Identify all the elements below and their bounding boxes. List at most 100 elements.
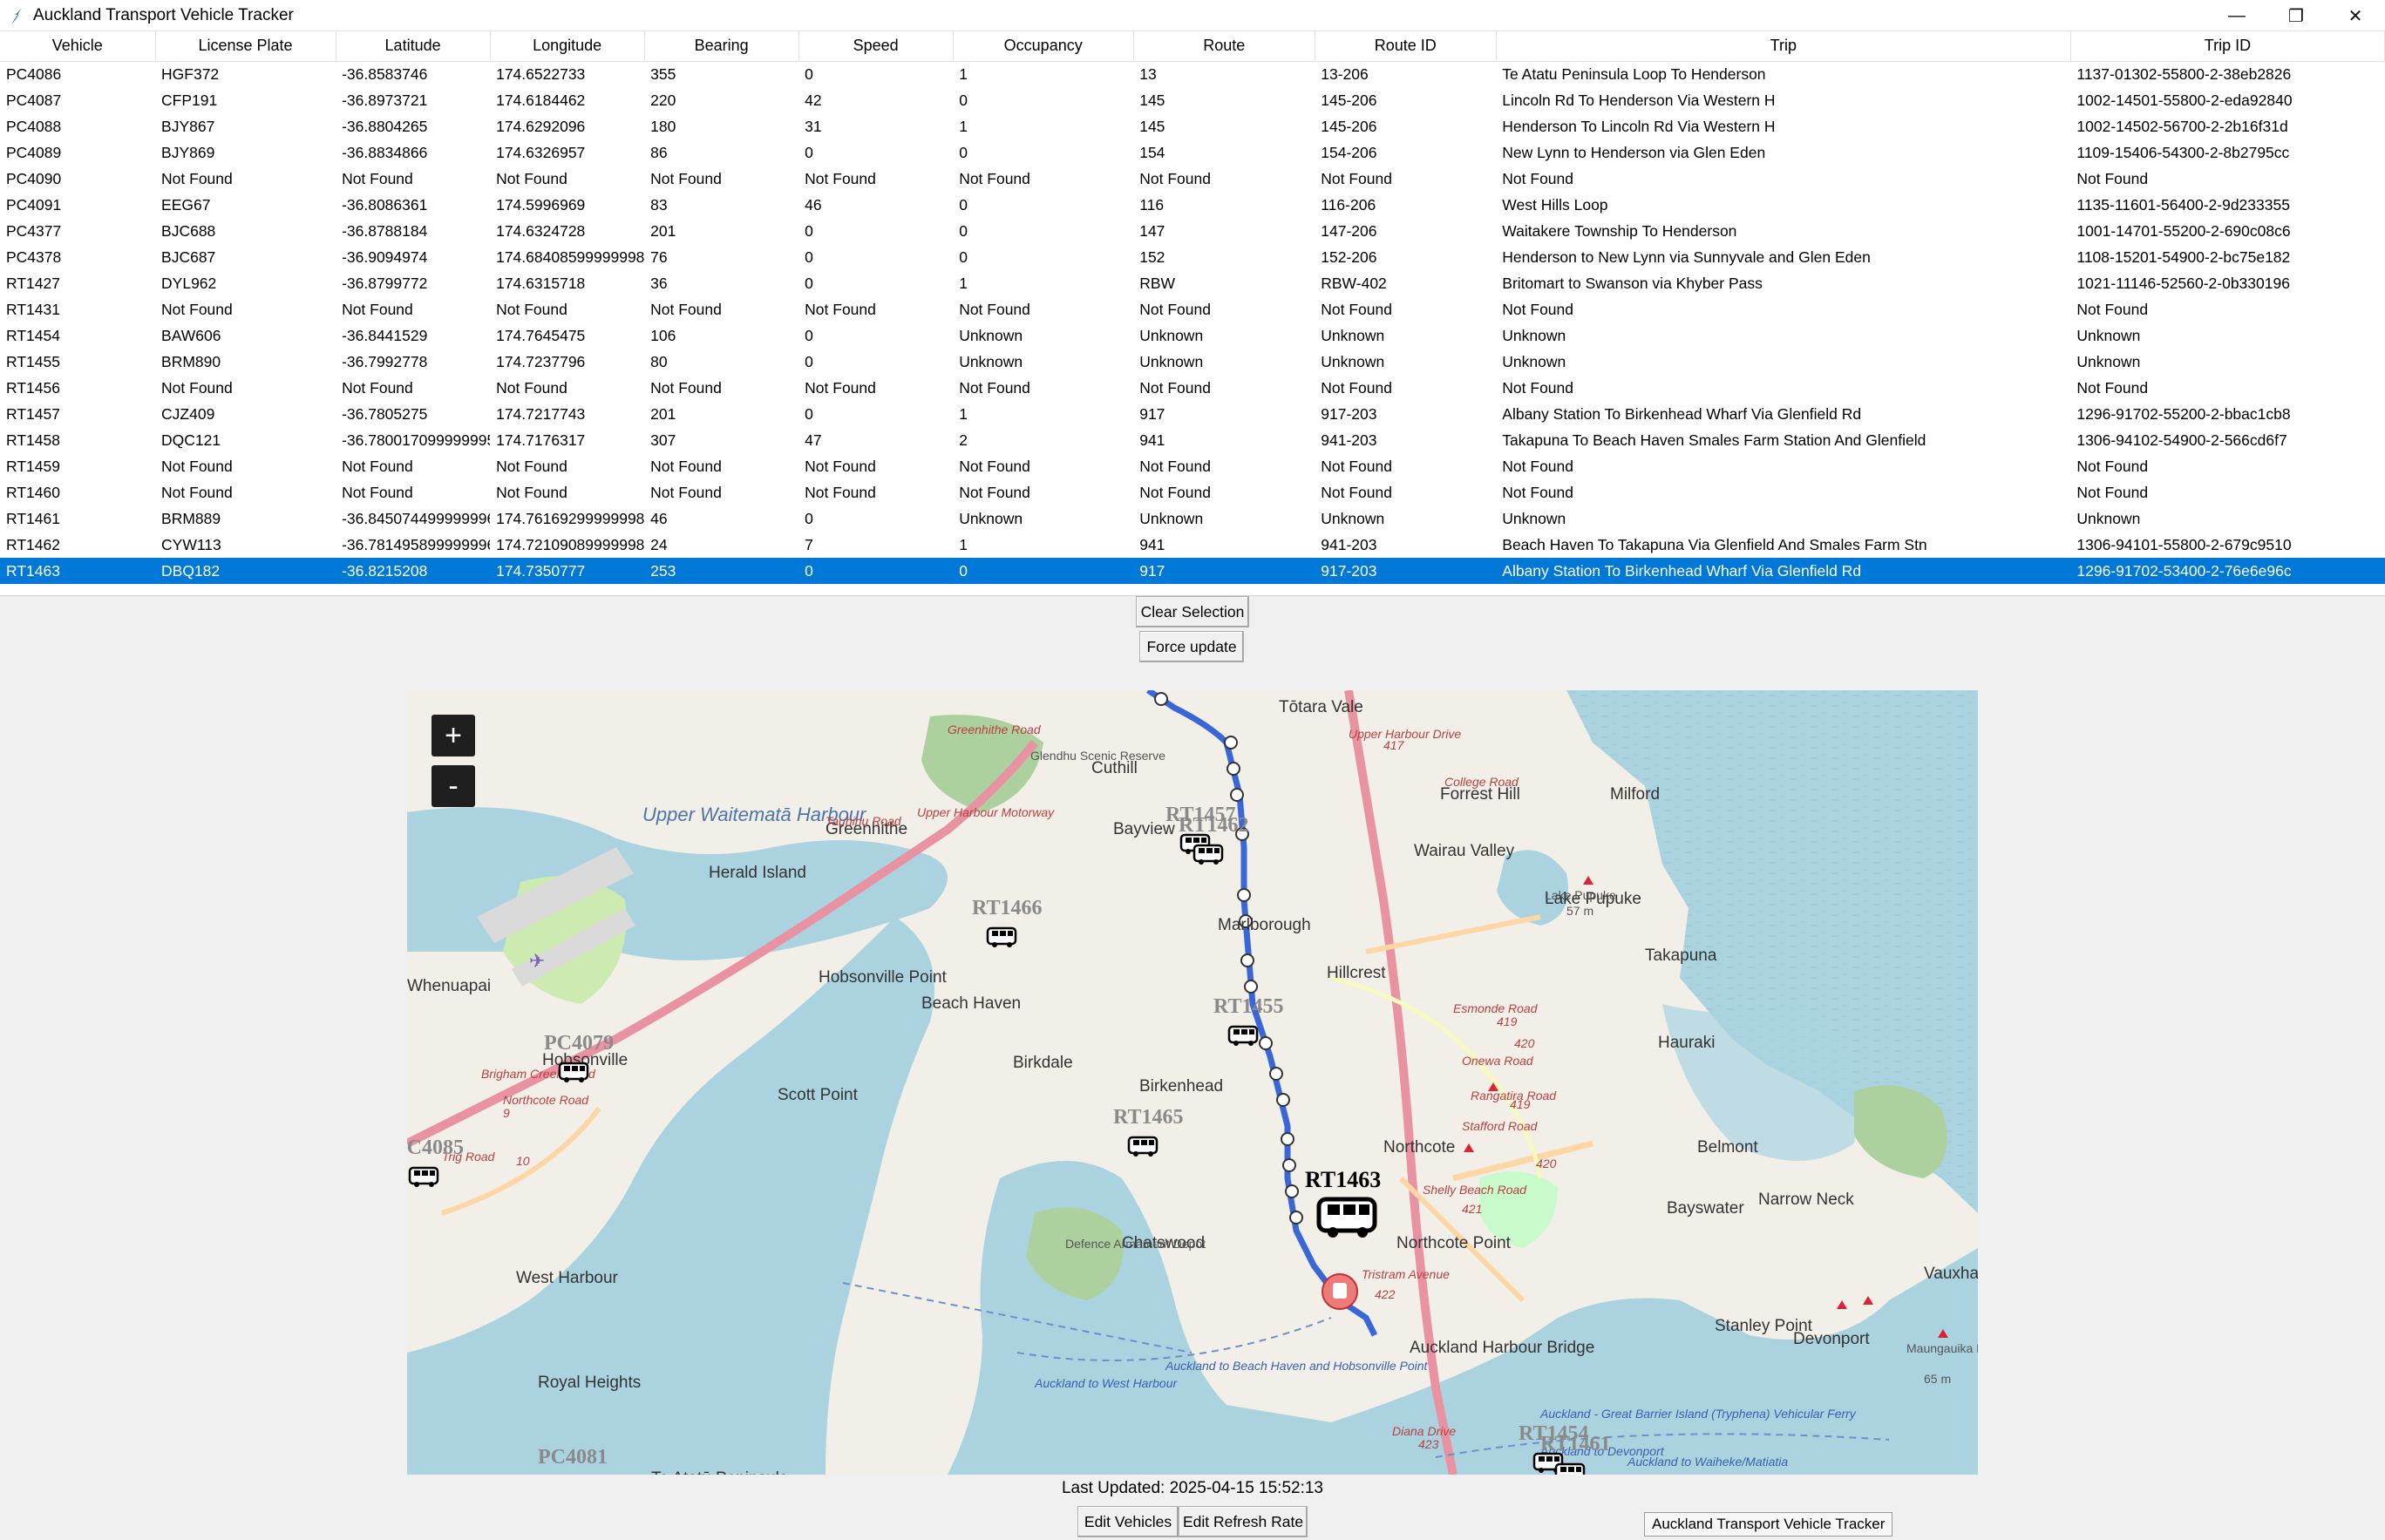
column-header-speed[interactable]: Speed (798, 31, 954, 62)
table-row[interactable]: PC4091 EEG67 -36.8086361 174.5996969 83 46 0 11… (0, 192, 2385, 218)
table-row[interactable]: RT1461 BRM889 -36.845074499999996 174.76169… (0, 505, 2385, 532)
column-header-trip[interactable]: Trip (1496, 31, 2071, 62)
table-cell: Not Found (161, 457, 233, 475)
table-row[interactable]: RT1462 CYW113 -36.781495899999996 174.72109… (0, 532, 2385, 558)
table-cell: 174.68408599999998 (496, 248, 645, 266)
force-update-button[interactable]: Force update (1139, 631, 1244, 662)
map-place-label: Hobsonville Point (819, 968, 948, 987)
table-cell: 174.76169299999998 (496, 509, 645, 527)
table-cell: Not Found (496, 378, 567, 397)
last-updated-label: Last Updated: 2025-04-15 15:52:13 (1061, 1479, 1323, 1497)
column-header-occupancy[interactable]: Occupancy (953, 31, 1134, 62)
table-row[interactable]: RT1456 Not Found Not Found Not Found Not Fou… (0, 375, 2385, 401)
vehicle-marker-label: PC4081 (538, 1446, 608, 1469)
table-cell: 0 (805, 143, 813, 161)
table-cell: RT1455 (6, 352, 60, 370)
table-cell: RT1454 (6, 326, 60, 344)
table-cell: 86 (650, 143, 668, 161)
table-cell: 1001-14701-55200-2-690c08c6 (2076, 221, 2291, 240)
table-cell: 145-206 (1321, 117, 1377, 135)
column-header-route-id[interactable]: Route ID (1315, 31, 1497, 62)
map-place-label: Belmont (1697, 1138, 1758, 1157)
column-header-vehicle[interactable]: Vehicle (0, 31, 156, 62)
table-cell: 1002-14501-55800-2-eda92840 (2076, 91, 2293, 109)
table-cell: 80 (650, 352, 668, 370)
table-row[interactable]: PC4377 BJC688 -36.8788184 174.6324728 201 0 0 1… (0, 218, 2385, 244)
table-row[interactable]: PC4086 HGF372 -36.8583746 174.6522733 355 0 1 1… (0, 61, 2385, 87)
close-button[interactable]: ✕ (2326, 0, 2385, 31)
table-row[interactable]: RT1458 DQC121 -36.780017099999995 174.71763… (0, 427, 2385, 453)
table-cell: 83 (650, 195, 668, 214)
table-cell: Te Atatu Peninsula Loop To Henderson (1502, 64, 1766, 83)
map-road-label: Stafford Road (1462, 1119, 1539, 1133)
table-cell: Not Found (650, 169, 722, 187)
table-cell: Not Found (496, 169, 567, 187)
table-cell: -36.7805275 (342, 404, 428, 423)
table-row[interactable]: PC4090 Not Found Not Found Not Found Not Fou… (0, 166, 2385, 192)
table-cell: CYW113 (161, 535, 221, 553)
table-cell: 1 (959, 535, 968, 553)
table-row[interactable]: PC4378 BJC687 -36.9094974 174.6840859999999… (0, 244, 2385, 270)
table-row[interactable]: PC4087 CFP191 -36.8973721 174.6184462 220 42 0… (0, 87, 2385, 113)
table-header: Vehicle License Plate Latitude Longitude Bea… (0, 31, 2385, 62)
table-cell: 0 (959, 195, 968, 214)
vehicle-marker-label: RT1463 (1305, 1167, 1381, 1192)
table-cell: 0 (805, 326, 813, 344)
map-road-number: 10 (516, 1154, 530, 1168)
table-row[interactable]: RT1463 DBQ182 -36.8215208 174.7350777 253 0 0 9… (0, 558, 2385, 584)
map-view[interactable]: ✈ Tōtara Vale Cuthill Forrest Hill Milford G… (407, 690, 1978, 1475)
table-cell: EEG67 (161, 195, 211, 214)
table-row[interactable]: PC4088 BJY867 -36.8804265 174.6292096 180 31 1… (0, 113, 2385, 139)
table-cell: Takapuna To Beach Haven Smales Farm Stat… (1502, 431, 1926, 449)
table-cell: -36.8086361 (342, 195, 428, 214)
table-cell: PC4090 (6, 169, 62, 187)
table-cell: 0 (959, 143, 968, 161)
table-row[interactable]: PC4089 BJY869 -36.8834866 174.6326957 86 0 0 15… (0, 139, 2385, 166)
edit-refresh-rate-button[interactable]: Edit Refresh Rate (1179, 1506, 1308, 1537)
table-cell: Not Found (2076, 457, 2149, 475)
table-cell: -36.8215208 (336, 558, 491, 584)
column-header-trip-id[interactable]: Trip ID (2070, 31, 2385, 62)
table-row[interactable]: RT1427 DYL962 -36.8799772 174.6315718 36 0 1 RB… (0, 270, 2385, 296)
table-cell: -36.845074499999996 (342, 509, 491, 527)
map-place-label: Hauraki (1658, 1034, 1715, 1052)
restore-button[interactable]: ❐ (2266, 0, 2326, 31)
table-cell: BRM889 (161, 509, 221, 527)
table-cell: West Hills Loop (1502, 195, 1608, 214)
column-header-license-plate[interactable]: License Plate (155, 31, 336, 62)
zoom-in-button[interactable]: + (431, 715, 475, 756)
table-row[interactable]: RT1455 BRM890 -36.7992778 174.7237796 80 0 Unk… (0, 349, 2385, 375)
table-row[interactable]: RT1459 Not Found Not Found Not Found Not Fou… (0, 453, 2385, 479)
table-cell: PC4086 (6, 64, 62, 83)
table-row[interactable]: RT1454 BAW606 -36.8441529 174.7645475 106 0 Un… (0, 322, 2385, 349)
map-place-label: Royal Heights (538, 1374, 641, 1392)
table-cell: DQC121 (161, 431, 221, 449)
bus-icon (1192, 844, 1224, 865)
column-header-longitude[interactable]: Longitude (490, 31, 645, 62)
table-cell: Not Found (1502, 457, 1573, 475)
table-cell: Not Found (1139, 483, 1211, 501)
table-row[interactable]: RT1431 Not Found Not Found Not Found Not Fou… (0, 296, 2385, 322)
table-cell: 42 (805, 91, 822, 109)
table-cell: Unknown (1139, 352, 1204, 370)
vehicle-table: Vehicle License Plate Latitude Longitude Bea… (0, 31, 2385, 584)
clear-selection-button[interactable]: Clear Selection (1136, 596, 1249, 628)
column-header-bearing[interactable]: Bearing (644, 31, 799, 62)
table-cell: Unknown (2076, 509, 2141, 527)
edit-vehicles-button[interactable]: Edit Vehicles (1077, 1506, 1179, 1537)
table-cell: Britomart to Swanson via Khyber Pass (1502, 274, 1763, 292)
column-header-latitude[interactable]: Latitude (336, 31, 491, 62)
table-cell: 1296-91702-53400-2-76e6e96c (2070, 558, 2385, 584)
table-row[interactable]: RT1457 CJZ409 -36.7805275 174.7217743 201 0 1 9… (0, 401, 2385, 427)
table-row[interactable]: RT1460 Not Found Not Found Not Found Not Fou… (0, 479, 2385, 505)
minimize-button[interactable]: — (2207, 0, 2266, 31)
table-cell: 174.6315718 (496, 274, 586, 292)
table-cell: Not Found (1139, 378, 1211, 397)
map-feature-label: Maungauika North Head (1906, 1341, 1978, 1355)
map-canvas[interactable]: ✈ Tōtara ValeCuthillForrest Hill MilfordG… (407, 690, 1978, 1475)
zoom-out-button[interactable]: - (431, 765, 475, 807)
column-header-route[interactable]: Route (1133, 31, 1315, 62)
bus-icon (1316, 1197, 1377, 1238)
table-cell: Unknown (1139, 509, 1204, 527)
map-place-label: Narrow Neck (1758, 1191, 1854, 1209)
